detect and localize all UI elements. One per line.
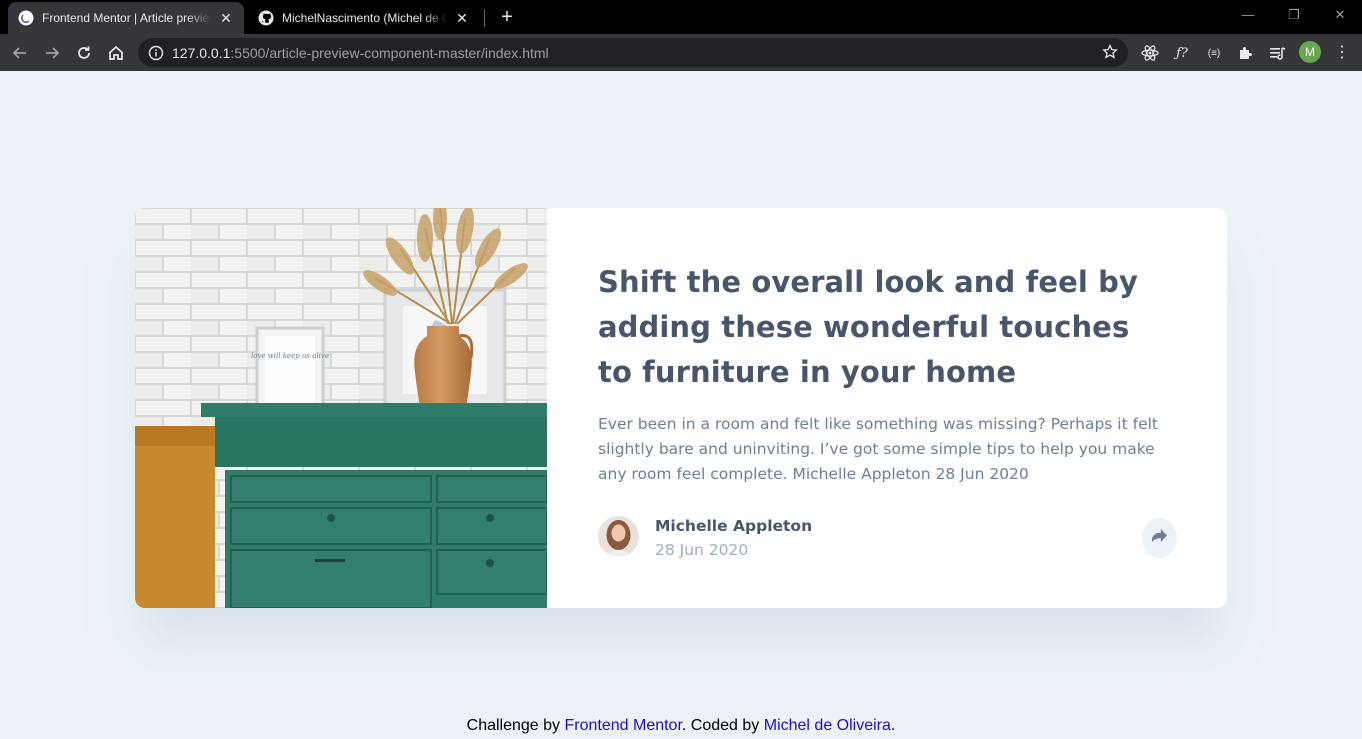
frontend-mentor-favicon-icon (18, 10, 34, 26)
frontend-mentor-link[interactable]: Frontend Mentor (565, 717, 682, 734)
reading-list-icon[interactable] (1268, 43, 1288, 63)
attribution-prefix: Challenge by (466, 717, 561, 734)
attribution-footer: Challenge by Frontend Mentor. Coded by M… (0, 717, 1362, 735)
restore-window-icon[interactable]: ❐ (1271, 4, 1317, 26)
article-card: love will keep us alive Shift the overal… (135, 208, 1227, 608)
publish-date: 28 Jun 2020 (655, 541, 749, 559)
author-avatar (598, 516, 639, 557)
react-devtools-icon[interactable] (1140, 43, 1160, 63)
minimize-window-icon[interactable]: — (1225, 4, 1271, 26)
wappalyzer-icon[interactable]: (≡) (1204, 43, 1224, 63)
puzzle-icon[interactable] (1236, 43, 1256, 63)
url-text: 127.0.0.1:5500/article-preview-component… (172, 45, 549, 61)
profile-avatar[interactable]: M (1299, 41, 1321, 63)
close-tab-icon[interactable]: ✕ (454, 10, 470, 26)
article-content: Shift the overall look and feel by addin… (598, 208, 1188, 608)
close-tab-icon[interactable]: ✕ (218, 10, 234, 26)
share-button[interactable] (1142, 518, 1177, 558)
new-tab-plus-icon[interactable]: + (496, 6, 518, 28)
attribution-middle: . Coded by (681, 717, 760, 734)
article-summary: Ever been in a room and felt like someth… (598, 415, 1158, 483)
address-bar[interactable]: 127.0.0.1:5500/article-preview-component… (138, 38, 1128, 67)
article-headline: Shift the overall look and feel by addin… (598, 265, 1138, 389)
tab-title: MichelNascimento (Michel de Oliveira) (282, 11, 448, 25)
frame-quote-text: love will keep us alive (251, 352, 329, 360)
forward-arrow-icon[interactable] (38, 39, 66, 67)
url-path: :5500/article-preview-component-master/i… (230, 44, 549, 61)
home-icon[interactable] (102, 39, 130, 67)
author-profile-link[interactable]: Michel de Oliveira (764, 717, 891, 734)
share-icon (1152, 529, 1167, 547)
font-finder-icon[interactable]: ƒ? (1172, 43, 1192, 63)
author-name: Michelle Appleton (655, 517, 813, 535)
drawers-image: love will keep us alive (135, 208, 547, 608)
browser-toolbar: 127.0.0.1:5500/article-preview-component… (0, 34, 1362, 71)
author-row: Michelle Appleton 28 Jun 2020 (598, 516, 1178, 559)
back-arrow-icon[interactable] (6, 39, 34, 67)
url-host: 127.0.0.1 (172, 44, 231, 61)
tab-article-preview[interactable]: Frontend Mentor | Article preview compon… (8, 2, 244, 34)
browser-menu-icon[interactable]: ⋮ (1332, 43, 1352, 63)
attribution-suffix: . (890, 717, 896, 734)
page-viewport: love will keep us alive Shift the overal… (0, 71, 1362, 739)
github-icon (258, 10, 274, 26)
tab-separator (484, 9, 485, 27)
browser-tab-bar: Frontend Mentor | Article preview compon… (0, 0, 1362, 34)
tab-title: Frontend Mentor | Article preview compon… (42, 11, 212, 25)
site-info-icon[interactable] (148, 45, 164, 61)
bookmark-star-icon[interactable] (1102, 43, 1118, 60)
tab-github-profile[interactable]: MichelNascimento (Michel de Oliveira) ✕ (248, 2, 480, 34)
reload-icon[interactable] (70, 39, 98, 67)
close-window-icon[interactable]: ✕ (1317, 4, 1362, 26)
